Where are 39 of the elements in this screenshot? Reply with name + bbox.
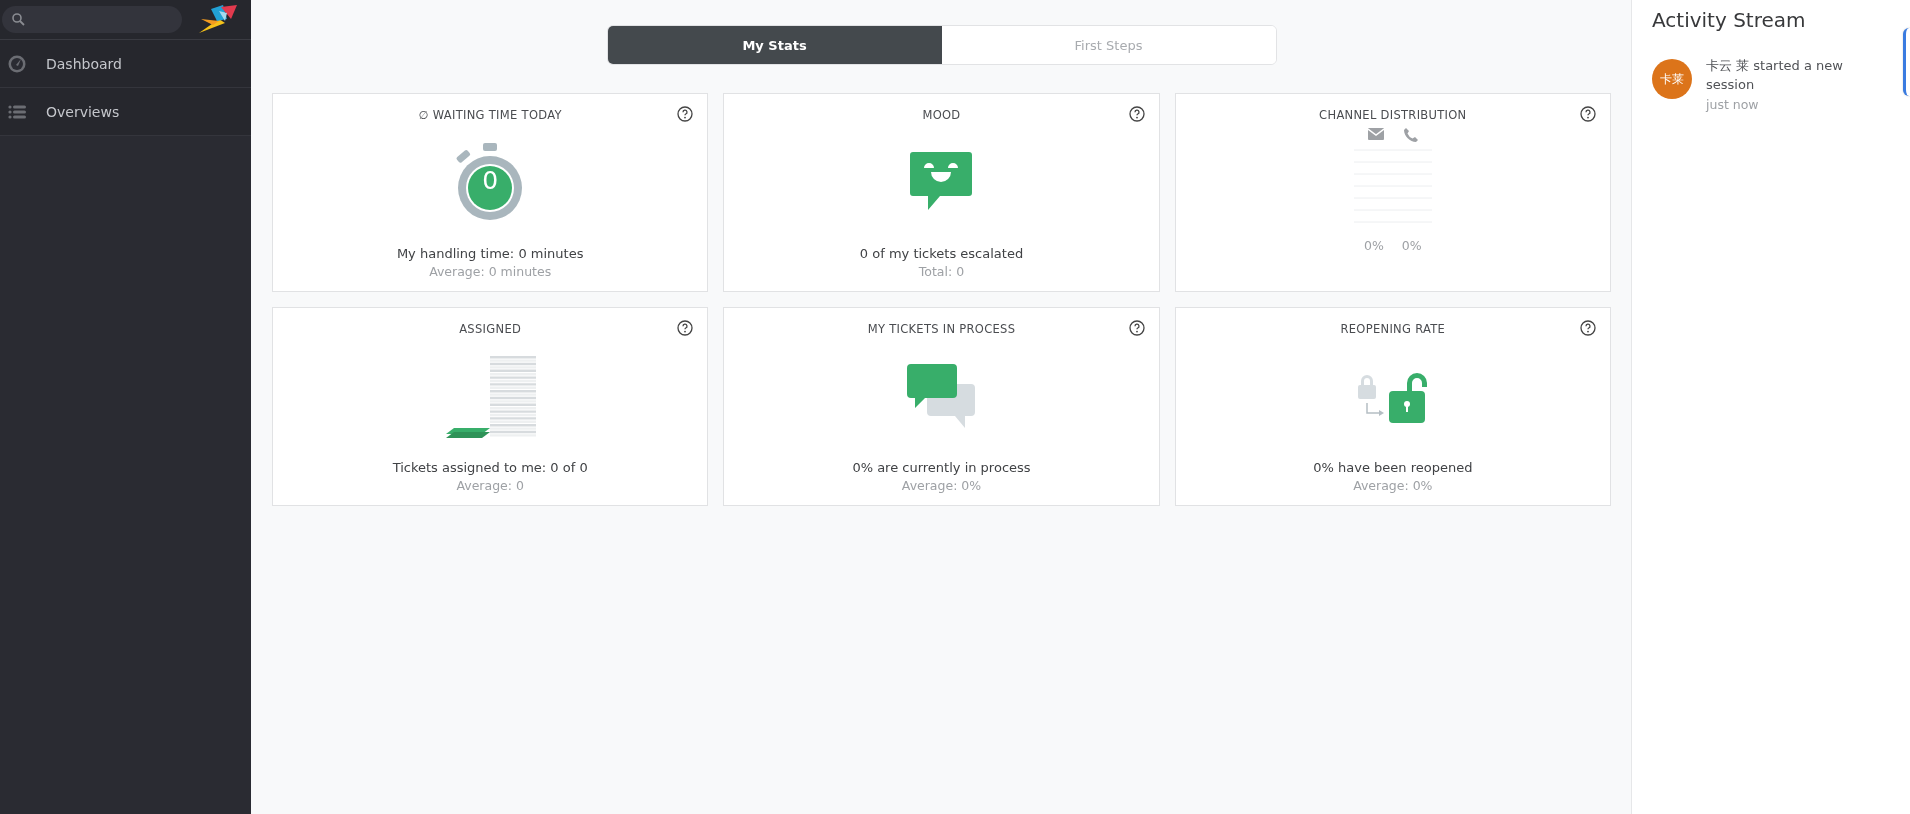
help-icon[interactable]: [677, 320, 694, 336]
card-title: REOPENING RATE: [1340, 322, 1446, 336]
help-icon[interactable]: [1580, 106, 1596, 122]
card-title: CHANNEL DISTRIBUTION: [1319, 108, 1467, 122]
stat-average: Average: 0%: [1353, 478, 1433, 493]
chat-bubbles-icon: [907, 364, 976, 430]
channel-percentage: 0%: [1401, 238, 1422, 253]
stat-text: 0% have been reopened: [1313, 460, 1473, 475]
mail-icon: [1367, 128, 1384, 140]
nav-item[interactable]: Overviews: [0, 88, 251, 136]
stat-text: 0% are currently in process: [852, 460, 1031, 475]
channel-percentage: 0%: [1364, 238, 1384, 253]
nav-item[interactable]: Dashboard: [0, 40, 251, 88]
panel-title: Activity Stream: [1652, 8, 1807, 32]
search-icon: [12, 13, 25, 26]
stat-average: Average: 0 minutes: [429, 264, 552, 279]
stopwatch-value: 0: [481, 166, 500, 195]
card-title: ∅ WAITING TIME TODAY: [418, 108, 562, 122]
help-icon[interactable]: [1128, 106, 1145, 122]
stat-average: Average: 0%: [901, 478, 982, 493]
stat-average: Average: 0: [456, 478, 524, 493]
tab[interactable]: My Stats: [607, 26, 942, 64]
help-icon[interactable]: [1580, 320, 1596, 336]
help-icon[interactable]: [677, 106, 694, 122]
stat-text: My handling time: 0 minutes: [396, 246, 584, 261]
search-field[interactable]: [2, 6, 182, 33]
activity-text: 卡云 莱 started a new session: [1706, 57, 1844, 94]
card-title: MY TICKETS IN PROCESS: [867, 322, 1016, 336]
stat-text: Tickets assigned to me: 0 of 0: [392, 460, 588, 475]
help-icon[interactable]: [1128, 320, 1145, 336]
phone-icon: [1403, 128, 1418, 142]
stat-average: Total: 0: [918, 264, 965, 279]
stat-text: 0 of my tickets escalated: [859, 246, 1024, 261]
list-icon: [8, 104, 26, 119]
card-title: ASSIGNED: [459, 322, 522, 336]
avatar: 卡莱: [1652, 59, 1692, 99]
card-title: MOOD: [922, 108, 961, 122]
activity-time: just now: [1706, 97, 1760, 112]
gauge-icon: [8, 54, 26, 73]
